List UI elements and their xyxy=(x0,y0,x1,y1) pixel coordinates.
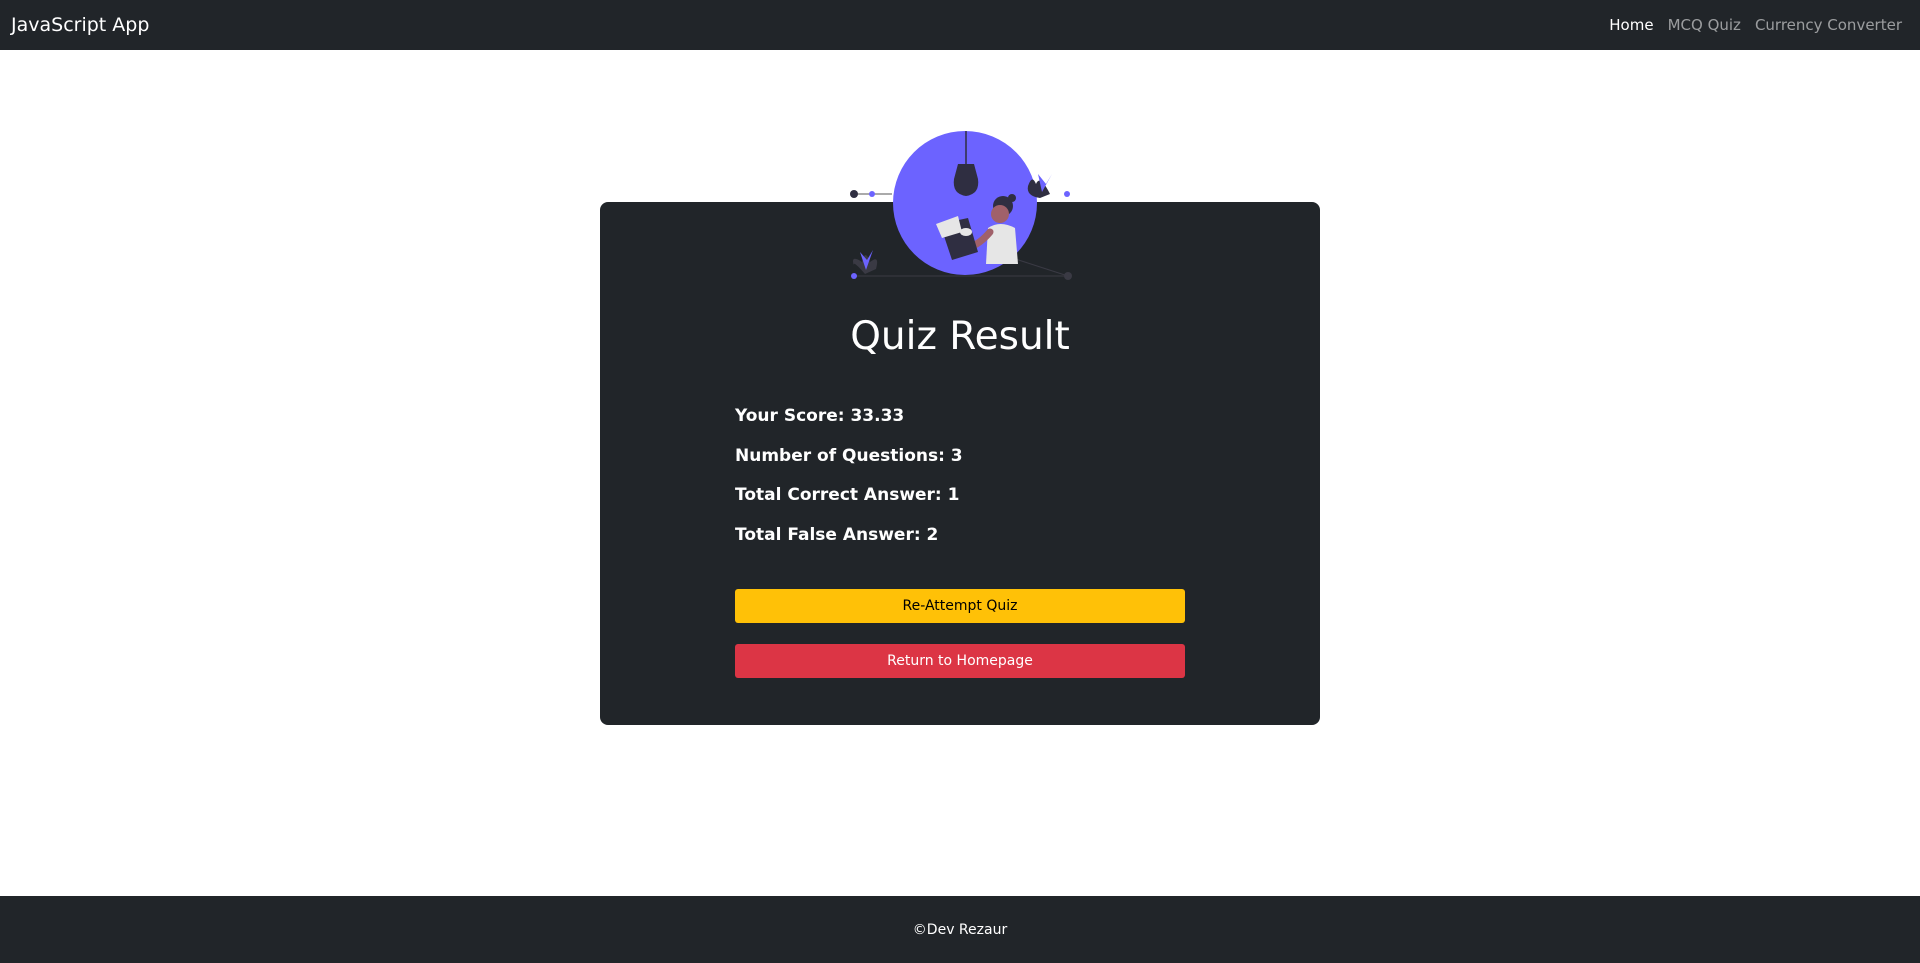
nav-link-currency-converter[interactable]: Currency Converter xyxy=(1748,16,1909,34)
dot xyxy=(1064,191,1070,197)
result-stats: Your Score: 33.33 Number of Questions: 3… xyxy=(735,406,1185,564)
question-count-text: Number of Questions: 3 xyxy=(735,445,963,466)
page-title: Quiz Result xyxy=(850,314,1070,359)
lightbulb-icon xyxy=(953,164,979,196)
dot xyxy=(1064,272,1072,280)
hair-bun xyxy=(1008,194,1016,202)
return-homepage-button[interactable]: Return to Homepage xyxy=(735,644,1185,678)
nav-link-home[interactable]: Home xyxy=(1602,16,1660,34)
navbar-brand[interactable]: JavaScript App xyxy=(11,14,149,36)
book-page xyxy=(960,228,972,236)
reattempt-quiz-button[interactable]: Re-Attempt Quiz xyxy=(735,589,1185,623)
dot xyxy=(850,190,858,198)
nav-link-mcq-quiz[interactable]: MCQ Quiz xyxy=(1661,16,1748,34)
navbar: JavaScript App Home MCQ Quiz Currency Co… xyxy=(0,0,1920,50)
false-answer-text: Total False Answer: 2 xyxy=(735,524,939,545)
correct-answer-text: Total Correct Answer: 1 xyxy=(735,485,960,505)
footer: ©Dev Rezaur xyxy=(0,896,1920,963)
face xyxy=(991,205,1009,223)
dot xyxy=(851,273,857,279)
nav-links: Home MCQ Quiz Currency Converter xyxy=(1602,16,1909,34)
footer-copyright: ©Dev Rezaur xyxy=(912,921,1008,938)
dot xyxy=(869,191,875,197)
reading-woman-illustration xyxy=(850,131,1072,280)
score-text: Your Score: 33.33 xyxy=(735,406,905,426)
